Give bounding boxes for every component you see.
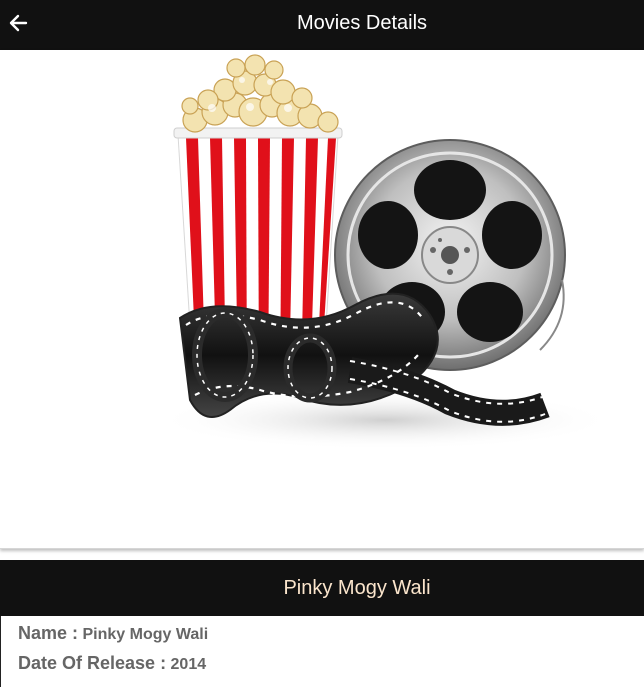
release-value: 2014 xyxy=(170,656,207,673)
page-title: Movies Details xyxy=(296,12,428,34)
app-bar: Movies Details xyxy=(0,0,644,50)
movie-title: Pinky Mogy Wali xyxy=(283,577,431,599)
movie-image-card xyxy=(0,50,644,549)
name-value: Pinky Mogy Wali xyxy=(82,626,209,643)
name-label: Name : xyxy=(18,623,79,643)
movie-illustration xyxy=(155,54,600,450)
movie-title-bar: Pinky Mogy Wali xyxy=(0,560,644,616)
detail-name-row: Name : Pinky Mogy Wali xyxy=(18,623,208,644)
detail-release-row: Date Of Release : 2014 xyxy=(18,653,206,674)
movie-details: Name : Pinky Mogy Wali Date Of Release :… xyxy=(0,616,644,687)
release-label: Date Of Release : xyxy=(18,653,167,673)
